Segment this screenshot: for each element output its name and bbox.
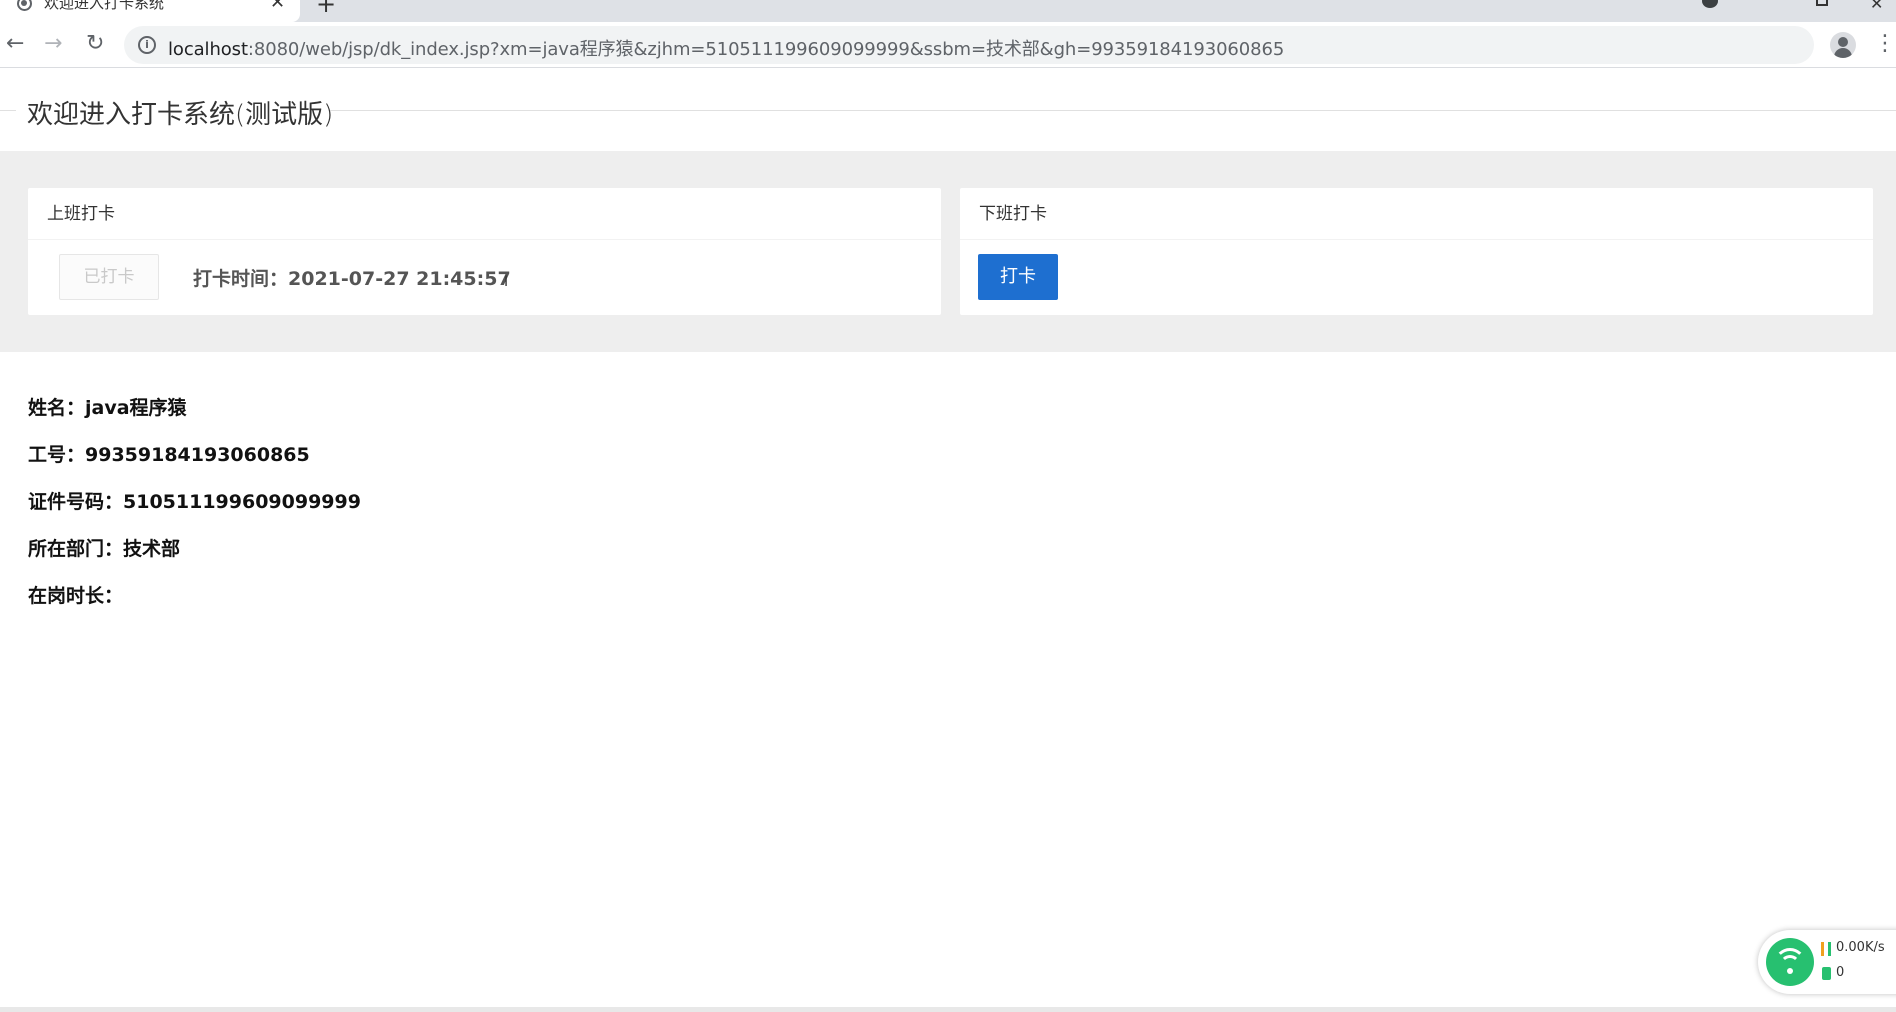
device-count: 0 [1836,965,1845,980]
tab-close-icon[interactable]: ✕ [270,0,285,13]
text-cursor-icon: I [504,274,509,290]
back-arrow-icon[interactable]: ← [6,30,24,58]
browser-tab[interactable]: 欢迎进入打卡系统 ✕ [0,0,300,22]
bottom-strip [0,1007,1896,1012]
department: 所在部门：技术部 [28,538,181,560]
new-tab-button[interactable]: + [316,0,336,18]
employee-id: 工号：99359184193060865 [28,444,310,466]
extension-icon[interactable] [1702,0,1718,8]
header-divider-right [330,110,1896,111]
id-number: 证件号码：510511199609099999 [28,491,361,513]
clock-out-button[interactable]: 打卡 [978,254,1058,300]
browser-toolbar: ← → ↻ i localhost:8080/web/jsp/dk_index.… [0,22,1896,68]
header-divider-left [0,110,16,111]
card-area: 上班打卡 已打卡 打卡时间：2021-07-27 21:45:57 I 下班打卡… [0,151,1896,352]
url-text[interactable]: localhost:8080/web/jsp/dk_index.jsp?xm=j… [168,35,1284,61]
tab-favicon-icon [17,0,32,11]
url-host: localhost [168,39,248,60]
clock-out-card: 下班打卡 打卡 [960,188,1873,315]
info-icon[interactable]: i [138,36,156,54]
wifi-icon [1766,938,1814,986]
on-duty-duration: 在岗时长： [28,585,124,607]
clocked-in-button[interactable]: 已打卡 [59,254,159,300]
clock-in-time: 打卡时间：2021-07-27 21:45:57 [193,268,511,290]
employee-info: 姓名：java程序猿 工号：99359184193060865 证件号码：510… [28,393,361,628]
clock-in-card-body: 已打卡 打卡时间：2021-07-27 21:45:57 I [28,240,941,315]
clock-out-card-body: 打卡 [960,240,1873,315]
page-title: 欢迎进入打卡系统(测试版) [27,100,334,130]
reload-icon[interactable]: ↻ [86,30,104,58]
clock-out-card-header: 下班打卡 [960,188,1873,240]
employee-name: 姓名：java程序猿 [28,397,187,419]
url-path: :8080/web/jsp/dk_index.jsp?xm=java程序猿&zj… [247,39,1285,60]
window-close-icon[interactable]: ✕ [1870,0,1883,13]
address-bar[interactable]: i localhost:8080/web/jsp/dk_index.jsp?xm… [124,26,1814,64]
network-speed: 0.00K/s [1836,940,1885,955]
clock-in-card-header: 上班打卡 [28,188,941,240]
forward-arrow-icon[interactable]: → [44,30,62,58]
page-header: 欢迎进入打卡系统(测试版) [0,90,1896,130]
network-speed-widget[interactable]: 0.00K/s 0 [1758,930,1896,994]
clock-in-card: 上班打卡 已打卡 打卡时间：2021-07-27 21:45:57 I [28,188,941,315]
phone-icon [1822,967,1831,980]
tab-strip: 欢迎进入打卡系统 ✕ + ✕ [0,0,1896,22]
speed-icon [1821,942,1831,956]
menu-icon[interactable]: ⋮ [1874,30,1896,58]
profile-icon[interactable] [1830,32,1856,58]
tab-title: 欢迎进入打卡系统 [44,0,165,12]
window-restore-icon[interactable] [1816,0,1828,6]
